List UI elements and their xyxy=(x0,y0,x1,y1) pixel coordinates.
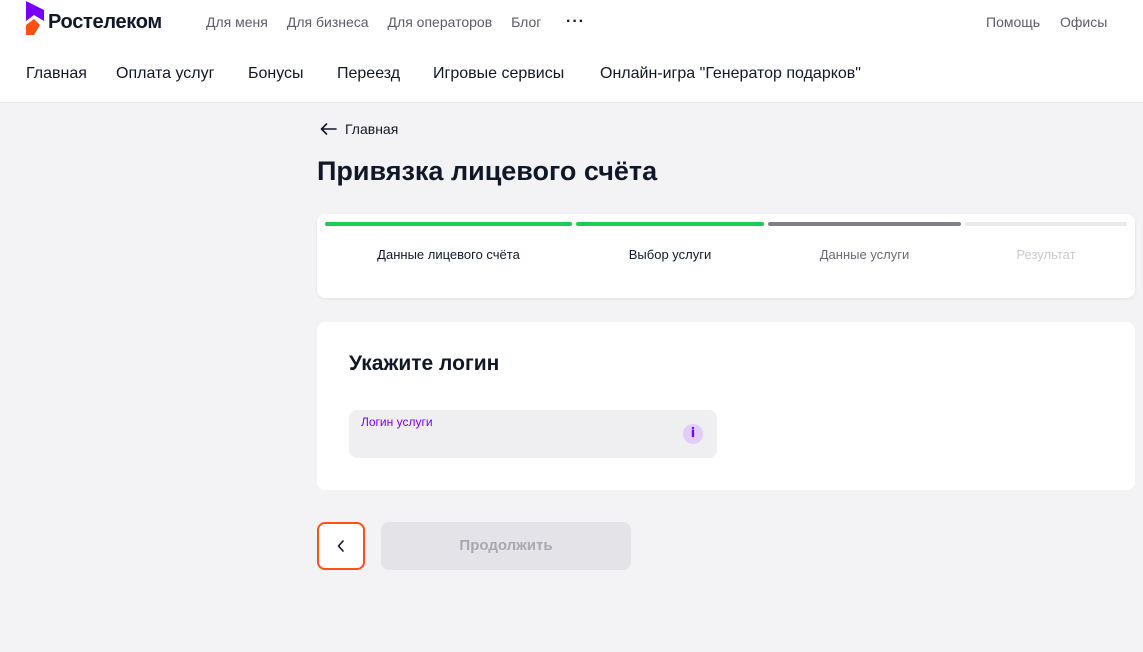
arrow-left-icon xyxy=(320,123,337,135)
nav-item-home[interactable]: Главная xyxy=(26,65,87,83)
nav-item-gaming[interactable]: Игровые сервисы xyxy=(433,65,564,83)
step-label-result: Результат xyxy=(1016,247,1076,262)
chevron-left-icon xyxy=(337,540,344,552)
login-input[interactable] xyxy=(361,432,661,452)
nav-item-payment[interactable]: Оплата услуг xyxy=(116,65,214,83)
breadcrumb-label: Главная xyxy=(345,121,399,137)
top-link-blog[interactable]: Блог xyxy=(511,14,541,30)
progress-stepper: Данные лицевого счёта Выбор услуги Данны… xyxy=(317,214,1135,298)
step-bar-1 xyxy=(325,222,572,226)
login-field-label: Логин услуги xyxy=(361,415,433,429)
rostelecom-logo-icon xyxy=(26,1,44,35)
continue-button[interactable]: Продолжить xyxy=(381,522,631,570)
step-label-service-data: Данные услуги xyxy=(819,247,910,262)
nav-item-bonuses[interactable]: Бонусы xyxy=(248,65,304,83)
step-bar-2 xyxy=(576,222,764,226)
top-link-business[interactable]: Для бизнеса xyxy=(287,14,369,30)
step-bar-4 xyxy=(965,222,1127,226)
step-label-service-choice: Выбор услуги xyxy=(628,247,712,262)
logo[interactable]: Ростелеком xyxy=(26,0,162,36)
top-bar: Ростелеком Для меня Для бизнеса Для опер… xyxy=(0,0,1143,46)
main-nav: Главная Оплата услуг Бонусы Переезд Игро… xyxy=(0,46,1143,103)
more-menu-icon[interactable]: ··· xyxy=(566,13,585,31)
back-button[interactable] xyxy=(317,522,365,570)
offices-link[interactable]: Офисы xyxy=(1060,14,1107,30)
form-title: Укажите логин xyxy=(349,352,500,375)
nav-item-gift-game[interactable]: Онлайн-игра "Генератор подарков" xyxy=(600,65,861,83)
top-link-operators[interactable]: Для операторов xyxy=(388,14,493,30)
help-link[interactable]: Помощь xyxy=(986,14,1040,30)
page-title: Привязка лицевого счёта xyxy=(317,156,658,186)
breadcrumb-back-link[interactable]: Главная xyxy=(320,121,398,137)
top-link-personal[interactable]: Для меня xyxy=(206,14,268,30)
step-bar-3 xyxy=(768,222,961,226)
step-label-account-data: Данные лицевого счёта xyxy=(377,247,520,262)
logo-text: Ростелеком xyxy=(48,11,162,33)
login-form-card: Укажите логин Логин услуги i xyxy=(317,322,1135,490)
info-icon[interactable]: i xyxy=(683,424,703,444)
login-field[interactable]: Логин услуги i xyxy=(349,410,717,458)
top-nav: Для меня Для бизнеса Для операторов Блог xyxy=(206,14,560,30)
nav-item-relocation[interactable]: Переезд xyxy=(337,65,400,83)
